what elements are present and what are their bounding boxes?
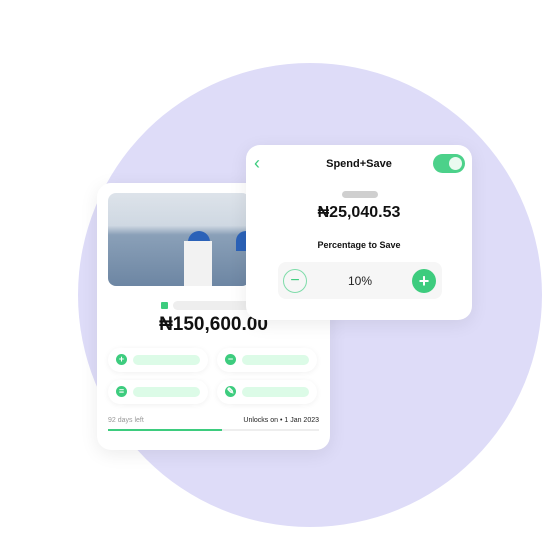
- santorini-photo: [108, 193, 250, 286]
- bag-icon: [161, 302, 168, 309]
- label-placeholder: [173, 301, 253, 310]
- days-left: 92 days left: [108, 417, 144, 424]
- increase-button[interactable]: +: [412, 269, 436, 293]
- progress-fill: [108, 429, 222, 431]
- action-button-card[interactable]: ≡: [108, 380, 208, 404]
- card-icon: ≡: [116, 386, 127, 397]
- church: [184, 241, 212, 286]
- pencil-icon: ✎: [225, 386, 236, 397]
- label-placeholder: [133, 355, 200, 365]
- save-amount: ₦25,040.53: [317, 204, 401, 221]
- unlock-date: Unlocks on • 1 Jan 2023: [243, 417, 319, 424]
- plus-icon: +: [116, 354, 127, 365]
- percentage-stepper: − 10% +: [278, 262, 442, 299]
- spend-save-toggle[interactable]: [433, 154, 465, 173]
- progress-bar: [108, 429, 319, 431]
- minus-icon: −: [225, 354, 236, 365]
- percentage-label: Percentage to Save: [317, 240, 401, 250]
- label-placeholder: [242, 387, 309, 397]
- action-button-withdraw[interactable]: −: [217, 348, 317, 372]
- label-placeholder: [342, 191, 378, 198]
- label-placeholder: [242, 355, 309, 365]
- action-button-edit[interactable]: ✎: [217, 380, 317, 404]
- label-placeholder: [133, 387, 200, 397]
- spend-save-card: ‹ Spend+Save ₦25,040.53 Percentage to Sa…: [246, 145, 472, 320]
- action-button-add[interactable]: +: [108, 348, 208, 372]
- toggle-knob: [449, 157, 462, 170]
